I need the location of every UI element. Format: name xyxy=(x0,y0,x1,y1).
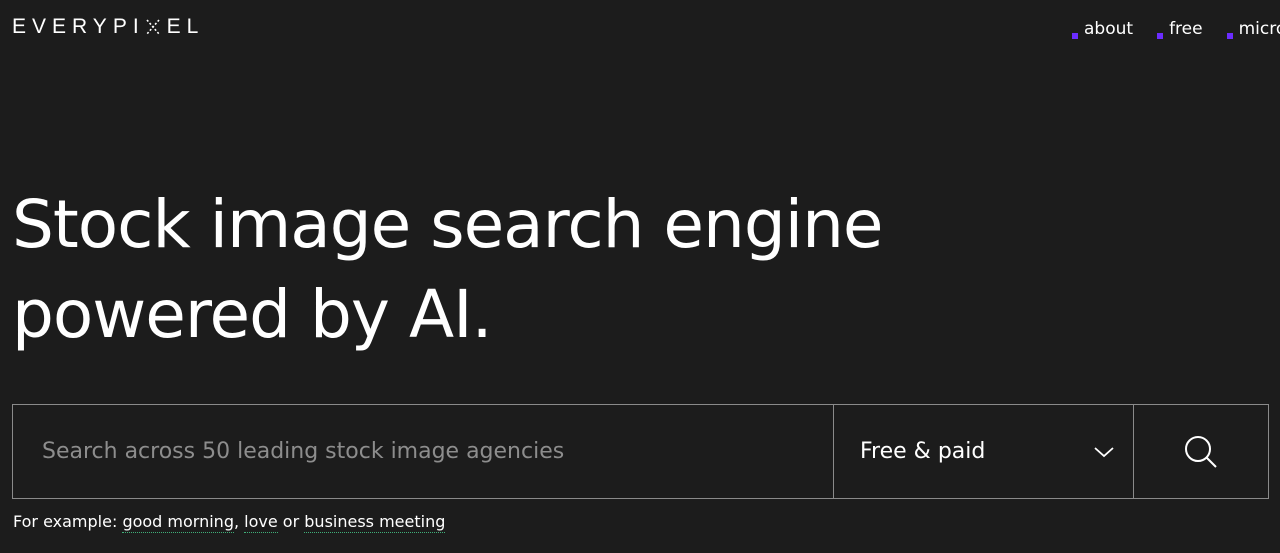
nav-label: about xyxy=(1084,19,1134,39)
nav-bullet-icon xyxy=(1226,33,1233,39)
license-filter-value: Free & paid xyxy=(860,439,986,464)
hero-line-1: Stock image search engine xyxy=(12,180,884,270)
search-icon xyxy=(1185,435,1217,468)
search-submit-button[interactable] xyxy=(1133,405,1268,498)
page: EVERYPI EL about free micro Stock image … xyxy=(0,0,1280,553)
license-filter-dropdown[interactable]: Free & paid xyxy=(833,405,1133,498)
search-input[interactable] xyxy=(13,405,833,498)
x-cross-mark-icon xyxy=(146,19,160,35)
hero-line-2-text: powered by AI. xyxy=(12,276,493,353)
example-link-love[interactable]: love xyxy=(244,512,278,533)
examples-comma: , xyxy=(233,512,240,531)
hero-line-1-text: Stock image search engine xyxy=(12,186,884,263)
hero-line-2: powered by AI. xyxy=(12,270,883,360)
nav-label: micro xyxy=(1238,19,1280,39)
search-examples: For example: good morning, love or busin… xyxy=(13,512,446,533)
chevron-down-icon xyxy=(1094,446,1114,457)
examples-or: or xyxy=(282,512,300,531)
logo-text-start: EVERYPI xyxy=(12,15,145,38)
logo-text-end: EL xyxy=(166,15,205,38)
top-navigation: about free micro xyxy=(1068,17,1280,41)
nav-label: free xyxy=(1169,19,1203,39)
search-bar: Free & paid xyxy=(12,404,1269,499)
nav-link-about[interactable]: about xyxy=(1068,17,1133,41)
everypixel-logo[interactable]: EVERYPI EL xyxy=(12,14,204,40)
nav-link-free[interactable]: free xyxy=(1153,17,1203,41)
examples-prefix: For example: xyxy=(13,512,118,531)
example-link-good-morning[interactable]: good morning xyxy=(122,512,234,533)
nav-bullet-icon xyxy=(1072,33,1078,39)
nav-link-micro[interactable]: micro xyxy=(1223,17,1280,41)
nav-bullet-icon xyxy=(1157,33,1164,39)
example-link-business-meeting[interactable]: business meeting xyxy=(304,512,446,533)
hero-headline: Stock image search engine powered by AI. xyxy=(12,180,884,360)
